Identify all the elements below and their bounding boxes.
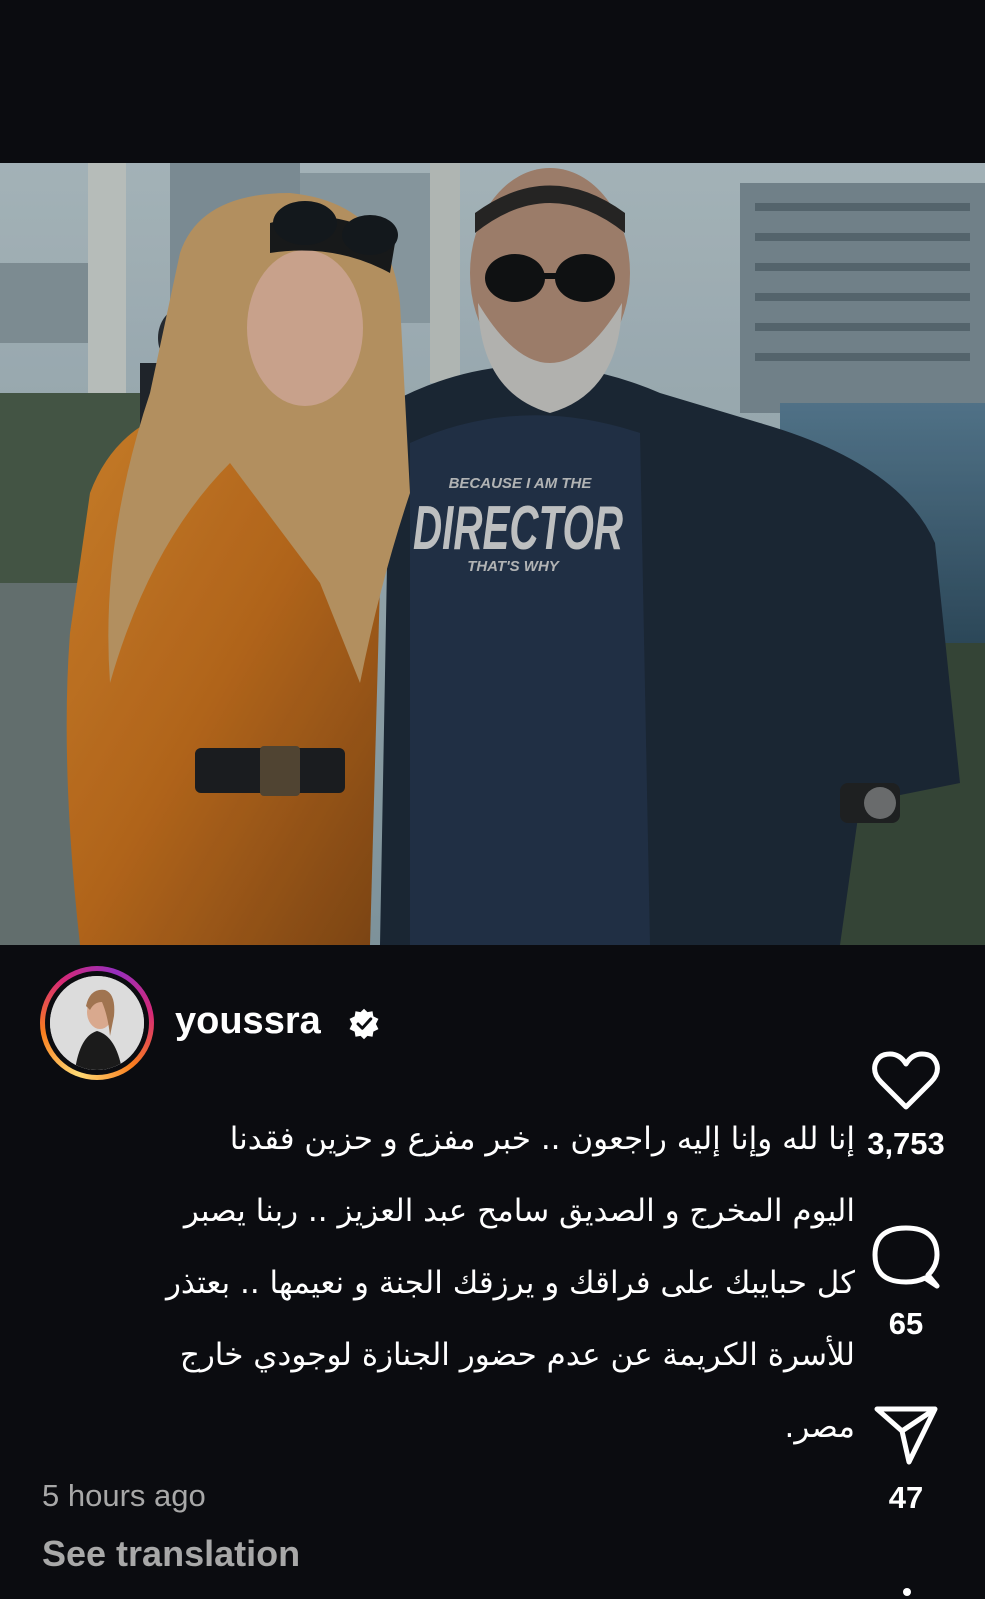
post-photo[interactable]: BECAUSE I AM THE DIRECTOR THAT'S WHY <box>0 163 985 945</box>
comment-action[interactable]: 65 <box>866 1222 946 1342</box>
heart-icon[interactable] <box>871 1050 941 1112</box>
post-caption: إنا لله وإنا إليه راجعون .. خبر مفزع و ح… <box>40 1103 855 1463</box>
like-action[interactable]: 3,753 <box>866 1050 946 1162</box>
avatar-image <box>50 976 144 1070</box>
caption-line: كل حبايبك على فراقك و يرزقك الجنة و نعيم… <box>165 1265 855 1301</box>
see-translation-link[interactable]: See translation <box>42 1533 300 1575</box>
comment-count: 65 <box>888 1306 924 1341</box>
caption-line: مصر. <box>784 1409 855 1445</box>
caption-line: اليوم المخرج و الصديق سامح عبد العزيز ..… <box>183 1193 855 1229</box>
share-count: 47 <box>888 1480 924 1515</box>
profile-avatar-ring[interactable] <box>40 966 154 1080</box>
avatar-border <box>45 971 149 1075</box>
like-count: 3,753 <box>867 1126 945 1161</box>
avatar <box>50 976 144 1070</box>
send-icon[interactable] <box>873 1404 939 1466</box>
post-timestamp: 5 hours ago <box>42 1478 206 1513</box>
more-indicator <box>903 1588 911 1596</box>
share-action[interactable]: 47 <box>866 1404 946 1516</box>
caption-line: إنا لله وإنا إليه راجعون .. خبر مفزع و ح… <box>229 1121 855 1157</box>
username[interactable]: youssra <box>175 1000 321 1043</box>
photo-image: BECAUSE I AM THE DIRECTOR THAT'S WHY <box>0 163 985 945</box>
verified-badge-icon <box>349 1008 379 1040</box>
caption-line: للأسرة الكريمة عن عدم حضور الجنازة لوجود… <box>179 1337 855 1373</box>
comment-icon[interactable] <box>871 1222 941 1292</box>
